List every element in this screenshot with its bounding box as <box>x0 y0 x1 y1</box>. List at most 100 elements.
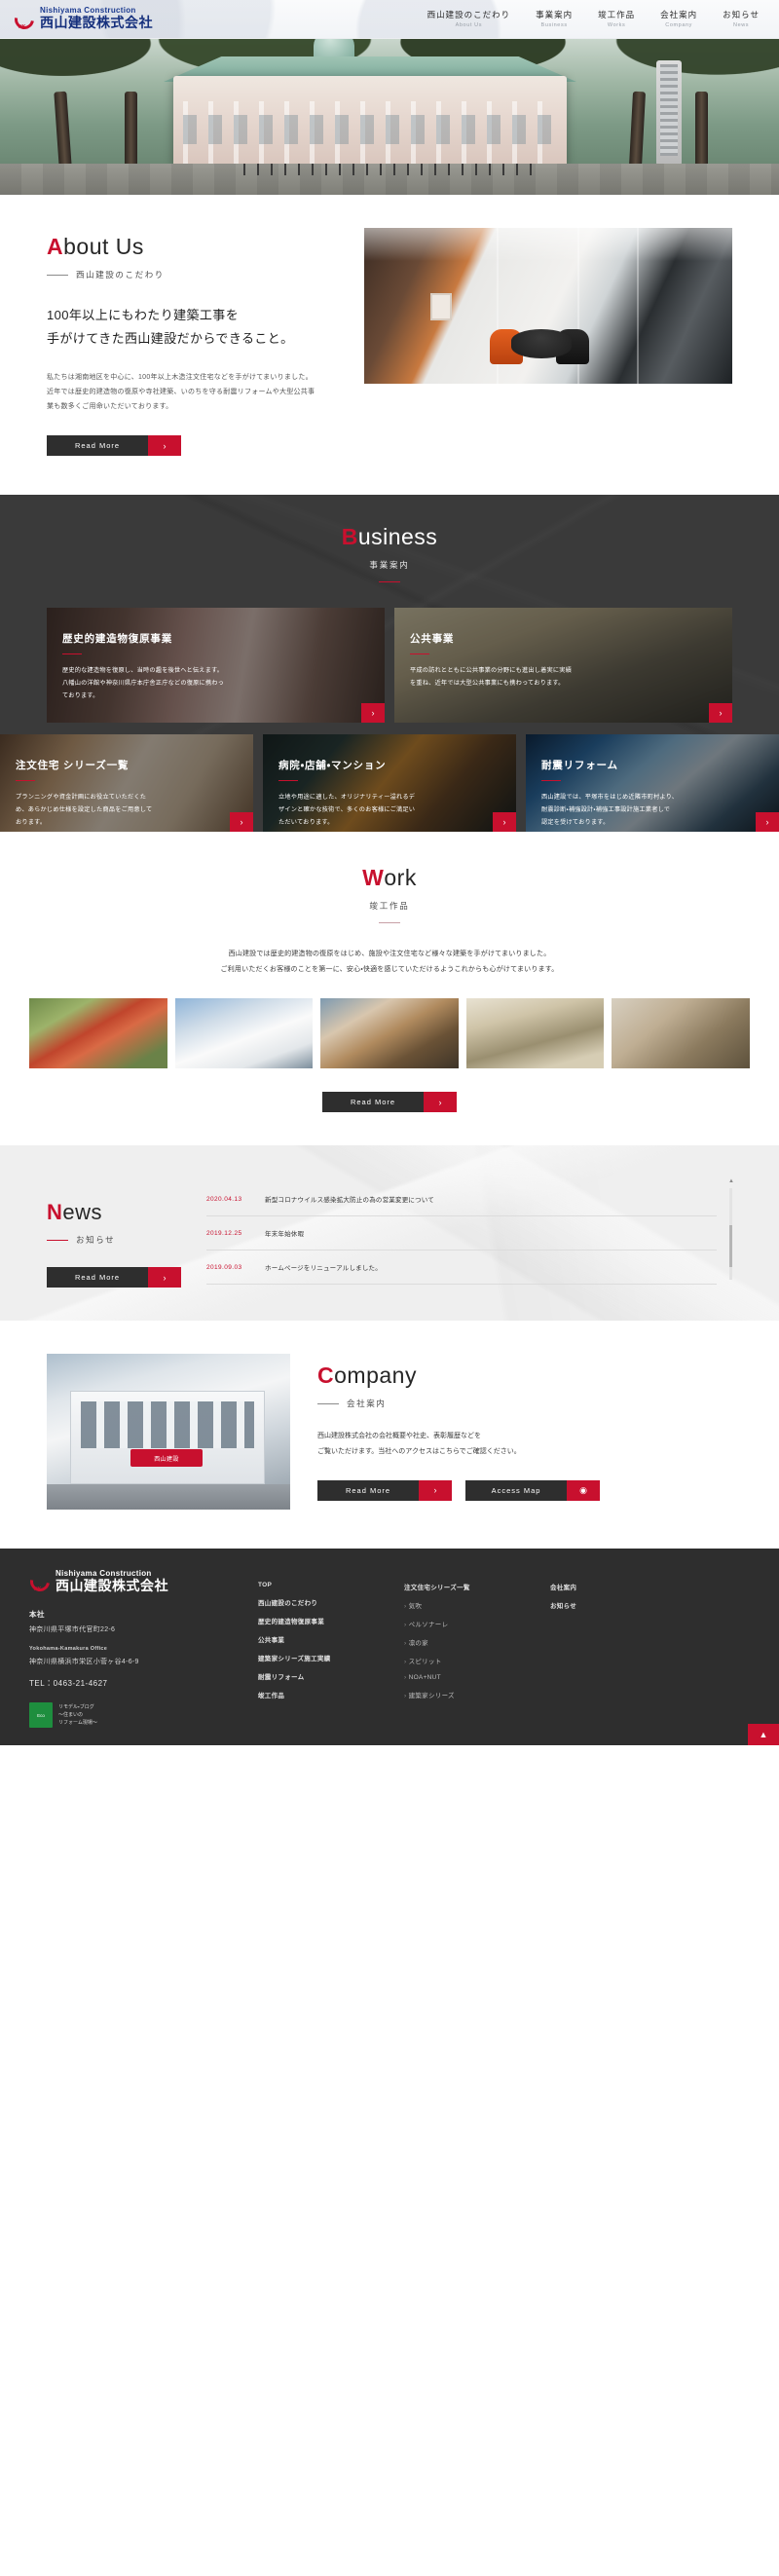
scroll-up-icon[interactable]: ▲ <box>728 1178 734 1184</box>
nav-item-works[interactable]: 竣工作品 Works <box>598 10 635 27</box>
card-arrow-button[interactable]: › <box>756 812 779 833</box>
news-scrollbar[interactable]: ▲ <box>728 1178 734 1281</box>
footer-link-public[interactable]: 公共事業 <box>258 1634 387 1644</box>
work-thumbnail[interactable] <box>174 998 314 1069</box>
nav-label-jp: 会社案内 <box>660 10 698 20</box>
blog-label-line2: 〜住まいの <box>58 1712 84 1719</box>
access-map-button[interactable]: Access Map ◉ <box>465 1479 600 1501</box>
scroll-to-top-button[interactable]: ▲ <box>748 1724 779 1746</box>
nishiyama-logo-icon: NK <box>11 5 38 33</box>
business-cards-row-2: 注文住宅 シリーズ一覧 プランニングや資金計画にお役立ていただくた め、あらかじ… <box>0 723 779 833</box>
about-lead-line2: 手がけてきた西山建設だからできること。 <box>47 331 294 347</box>
work-desc-line1: 西山建設では歴史的建造物の復原をはじめ、施設や注文住宅など様々な建築を手がけてま… <box>228 951 551 958</box>
footer-link-custom-home-series[interactable]: 注文住宅シリーズ一覧 <box>404 1582 533 1591</box>
card-desc-line2: 耐震診断・補強設計・補強工事設計施工業者しで <box>541 806 671 814</box>
logo-mark-text: NK <box>19 23 26 30</box>
footer-link-news[interactable]: お知らせ <box>550 1600 628 1610</box>
subtitle-dash-icon <box>47 1239 68 1241</box>
news-list-item[interactable]: 2019.12.25 年末年始休暇 <box>206 1216 717 1251</box>
footer-column-company: 会社案内 お知らせ <box>550 1582 628 1728</box>
footer-sublink-architect-series[interactable]: 建築家シリーズ <box>404 1690 533 1699</box>
news-read-more-button[interactable]: Read More › <box>47 1267 181 1288</box>
footer-sublink-spirit[interactable]: スピリット <box>404 1656 533 1665</box>
card-arrow-button[interactable]: › <box>361 703 385 724</box>
footer-link-company[interactable]: 会社案内 <box>550 1582 628 1591</box>
footer-sublink-rin-no-ie[interactable]: 凛の家 <box>404 1637 533 1647</box>
footer-hq-label: 本社 <box>29 1610 45 1620</box>
footer-link-architect-series[interactable]: 建築家シリーズ施工実績 <box>258 1653 387 1662</box>
button-label: Read More <box>74 1273 121 1283</box>
news-list-item[interactable]: 2019.09.03 ホームページをリニューアルしました。 <box>206 1251 717 1286</box>
footer-office-label: Yokohama-Kamakura Office <box>29 1646 108 1653</box>
chevron-right-icon: › <box>148 435 181 457</box>
about-body-line2: 近年では歴史的建造物の復原や寺社建築、いのちを守る耐震リフォームや大型公共事 <box>47 389 315 396</box>
company-title-initial: C <box>317 1363 335 1389</box>
business-card-hospital-shop[interactable]: 病院・店舗・マンション 立地や用途に適した、オリジナリティー溢れるデ ザインと確… <box>263 734 516 833</box>
card-desc-line2: 八幡山の洋館や神奈川県庁本庁舎正庁などの復原に携わっ <box>62 680 225 688</box>
site-logo[interactable]: NK Nishiyama Construction 西山建設株式会社 <box>11 5 153 33</box>
chevron-right-icon: › <box>419 1479 452 1501</box>
card-arrow-button[interactable]: › <box>709 703 732 724</box>
card-desc-line3: ただいております。 <box>278 819 334 827</box>
footer-hq-address: 神奈川県平塚市代官町22-6 <box>29 1626 116 1634</box>
footer-sublink-ibuki[interactable]: 気吹 <box>404 1600 533 1610</box>
card-divider-icon <box>16 780 35 782</box>
footer-link-top[interactable]: TOP <box>258 1582 387 1588</box>
work-thumbnail-grid <box>0 977 779 1069</box>
news-subtitle: お知らせ <box>47 1234 183 1246</box>
card-arrow-button[interactable]: › <box>230 812 253 833</box>
footer-sublink-personale[interactable]: ペルソナーレ <box>404 1619 533 1628</box>
card-desc-line3: おります。 <box>16 819 47 827</box>
card-title: 注文住宅 シリーズ一覧 <box>16 760 130 772</box>
about-read-more-button[interactable]: Read More › <box>47 435 181 457</box>
site-footer: NK Nishiyama Construction 西山建設株式会社 本社 神奈… <box>0 1549 779 1746</box>
work-thumbnail[interactable] <box>465 998 605 1069</box>
about-title-initial: A <box>47 234 64 259</box>
footer-logo[interactable]: NK Nishiyama Construction 西山建設株式会社 <box>26 1568 239 1596</box>
work-thumbnail[interactable] <box>612 998 750 1069</box>
work-read-more-button[interactable]: Read More › <box>322 1092 457 1113</box>
work-thumbnail[interactable] <box>29 998 167 1069</box>
nav-item-about[interactable]: 西山建設のこだわり About Us <box>427 10 511 27</box>
business-card-historic[interactable]: 歴史的建造物復原事業 歴史的な建造物を復原し、当時の趣を後世へと伝えます。 八幡… <box>47 608 385 724</box>
nav-item-company[interactable]: 会社案内 Company <box>660 10 697 27</box>
work-title-rest: ork <box>384 865 417 891</box>
footer-link-seismic-reform[interactable]: 耐震リフォーム <box>258 1671 387 1681</box>
footer-sublink-noa-nut[interactable]: NOA+NUT <box>404 1674 533 1681</box>
work-description: 西山建設では歴史的建造物の復原をはじめ、施設や注文住宅など様々な建築を手がけてま… <box>0 947 779 977</box>
company-desc-line2: ご覧いただけます。当社へのアクセスはこちらでご確認ください。 <box>317 1447 521 1455</box>
footer-link-historic[interactable]: 歴史的建造物復原事業 <box>258 1616 387 1625</box>
news-title-initial: N <box>47 1200 63 1225</box>
nav-item-business[interactable]: 事業案内 Business <box>536 10 573 27</box>
about-photo <box>364 228 732 384</box>
news-list-item[interactable]: 2020.04.13 新型コロナウイルス感染拡大防止の為の営業変更について <box>206 1182 717 1217</box>
about-subtitle-text: 西山建設のこだわり <box>76 270 165 280</box>
scrollbar-thumb[interactable] <box>729 1224 732 1267</box>
card-arrow-button[interactable]: › <box>493 812 516 833</box>
work-title: Work <box>0 865 779 891</box>
card-desc-line1: 歴史的な建造物を復原し、当時の趣を後世へと伝えます。 <box>62 667 224 675</box>
button-label: Read More <box>350 1098 396 1107</box>
hero-image <box>0 39 779 195</box>
company-read-more-button[interactable]: Read More › <box>317 1479 452 1501</box>
footer-blog-badge[interactable]: Eco リモデル・ブログ 〜住まいの リフォーム現場〜 <box>29 1702 239 1729</box>
footer-link-works[interactable]: 竣工作品 <box>258 1690 387 1699</box>
card-desc-line2: を重ね、近年では大型公共事業にも携わっております。 <box>410 680 565 688</box>
card-title: 公共事業 <box>410 633 455 646</box>
nav-item-news[interactable]: お知らせ News <box>723 10 760 27</box>
news-date: 2019.12.25 <box>206 1229 242 1237</box>
business-subtitle: 事業案内 <box>369 560 410 571</box>
work-divider-icon <box>379 922 400 924</box>
logo-mark-text: NK <box>34 1587 42 1593</box>
card-divider-icon <box>62 653 82 655</box>
business-card-custom-homes[interactable]: 注文住宅 シリーズ一覧 プランニングや資金計画にお役立ていただくた め、あらかじ… <box>0 734 253 833</box>
footer-link-about[interactable]: 西山建設のこだわり <box>258 1597 387 1607</box>
work-thumbnail[interactable] <box>320 998 459 1069</box>
business-card-public[interactable]: 公共事業 平成の訪れとともに公共事業の分野にも進出し着実に実績 を重ね、近年では… <box>394 608 732 724</box>
nav-label-en: Works <box>607 21 626 28</box>
site-header: NK Nishiyama Construction 西山建設株式会社 西山建設の… <box>0 0 779 39</box>
about-body-line1: 私たちは湘南地区を中心に、100年以上木造注文住宅などを手がけてまいりました。 <box>47 374 313 382</box>
about-lead: 100年以上にもわたり建築工事を 手がけてきた西山建設だからできること。 <box>47 304 339 351</box>
business-card-seismic-reform[interactable]: 耐震リフォーム 西山建設では、平塚市をはじめ近隣市町村より、 耐震診断・補強設計… <box>526 734 779 833</box>
news-title: News <box>47 1200 183 1225</box>
